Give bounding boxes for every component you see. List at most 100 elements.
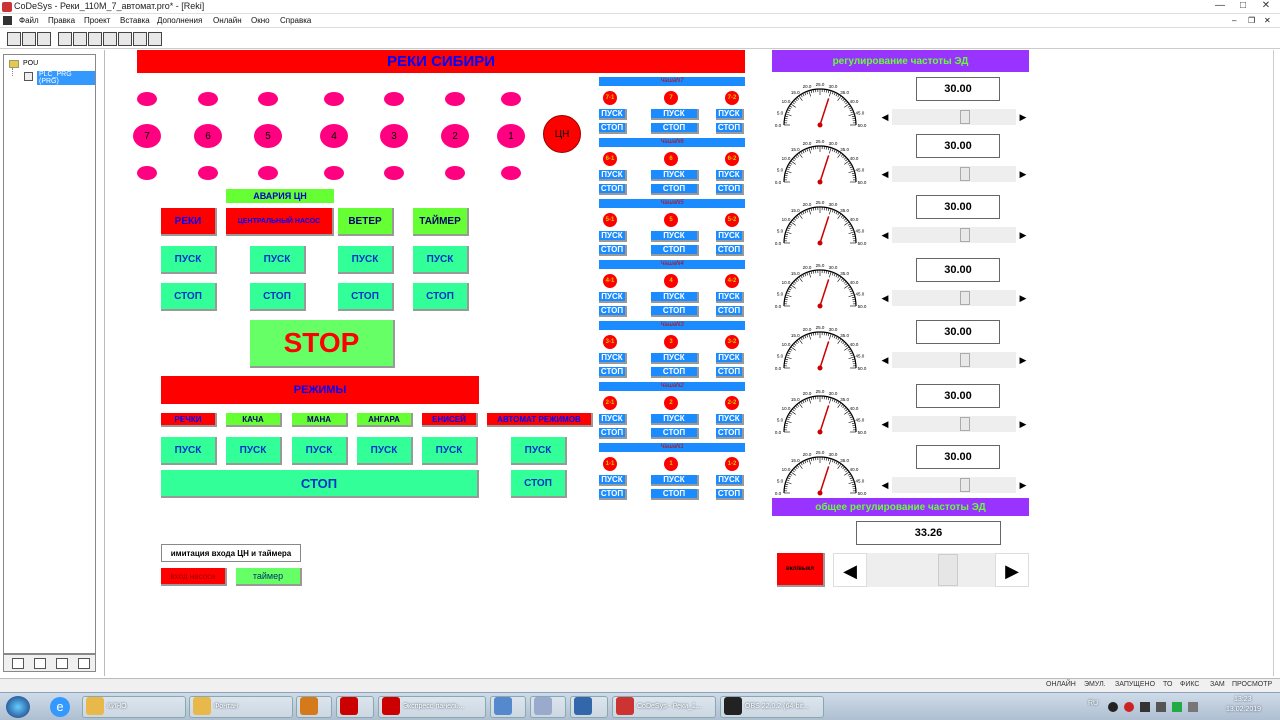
bowl-4-stop-button-1[interactable]: СТОП bbox=[651, 306, 699, 317]
rivers-stop-button[interactable]: СТОП bbox=[161, 283, 217, 311]
bowl-2-stop-button-2[interactable]: СТОП bbox=[716, 428, 744, 439]
pane-divider[interactable] bbox=[104, 50, 105, 676]
slider-left-arrow-icon[interactable]: ◀ bbox=[878, 166, 892, 182]
frequency-slider-2[interactable]: ◀ ▶ bbox=[878, 166, 1030, 182]
visualization-tab-icon[interactable] bbox=[56, 658, 68, 669]
mode-rechki-start-button[interactable]: ПУСК bbox=[161, 437, 217, 465]
system-menu-icon[interactable] bbox=[3, 16, 12, 25]
bowl-4-start-button-0[interactable]: ПУСК bbox=[599, 292, 627, 303]
bowl-3-stop-button-0[interactable]: СТОП bbox=[599, 367, 627, 378]
login-icon[interactable] bbox=[58, 32, 72, 46]
rivers-start-button[interactable]: ПУСК bbox=[161, 246, 217, 274]
bowl-2-stop-button-0[interactable]: СТОП bbox=[599, 428, 627, 439]
frequency-slider-6[interactable]: ◀ ▶ bbox=[878, 416, 1030, 432]
mode-auto-start-button[interactable]: ПУСК bbox=[511, 437, 567, 465]
menu-online[interactable]: Онлайн bbox=[213, 16, 242, 25]
slider-thumb[interactable] bbox=[960, 291, 971, 305]
cut-icon[interactable] bbox=[118, 32, 132, 46]
bowl-6-start-button-1[interactable]: ПУСК bbox=[651, 170, 699, 181]
bowl-2-stop-button-1[interactable]: СТОП bbox=[651, 428, 699, 439]
slider-left-arrow-icon[interactable]: ◀ bbox=[878, 290, 892, 306]
bowl-5-stop-button-0[interactable]: СТОП bbox=[599, 245, 627, 256]
tray-icon[interactable] bbox=[1124, 702, 1134, 712]
pump-input-button[interactable]: вход насоса bbox=[161, 568, 227, 586]
slider-left-arrow-icon[interactable]: ◀ bbox=[878, 352, 892, 368]
wind-label[interactable]: ВЕТЕР bbox=[338, 208, 394, 236]
bowl-4-start-button-2[interactable]: ПУСК bbox=[716, 292, 744, 303]
bowl-4-start-button-1[interactable]: ПУСК bbox=[651, 292, 699, 303]
menu-extras[interactable]: Дополнения bbox=[157, 16, 202, 25]
slider-thumb[interactable] bbox=[960, 228, 971, 242]
bowl-1-stop-button-1[interactable]: СТОП bbox=[651, 489, 699, 500]
slider-left-arrow-icon[interactable]: ◀ bbox=[878, 227, 892, 243]
slider-right-arrow-icon[interactable]: ▶ bbox=[1016, 290, 1030, 306]
pou-tab-icon[interactable] bbox=[12, 658, 24, 669]
tray-icon[interactable] bbox=[1140, 702, 1150, 712]
central-pump-label[interactable]: ЦЕНТРАЛЬНЫЙ НАСОС bbox=[226, 208, 334, 236]
mode-enisey-start-button[interactable]: ПУСК bbox=[422, 437, 478, 465]
mode-auto-label[interactable]: АВТОМАТ РЕЖИМОВ bbox=[487, 413, 593, 427]
doc-close-button[interactable]: ✕ bbox=[1264, 16, 1271, 25]
slider-right-arrow-icon[interactable]: ▶ bbox=[1016, 416, 1030, 432]
timer-input-button[interactable]: таймер bbox=[236, 568, 302, 586]
tree-item-plc-prg[interactable]: PLC_PRG (PRG) bbox=[37, 71, 95, 85]
menu-project[interactable]: Проект bbox=[84, 16, 110, 25]
pump-stop-button[interactable]: СТОП bbox=[250, 283, 306, 311]
bowl-6-stop-button-2[interactable]: СТОП bbox=[716, 184, 744, 195]
bowl-5-stop-button-1[interactable]: СТОП bbox=[651, 245, 699, 256]
bowl-3-start-button-2[interactable]: ПУСК bbox=[716, 353, 744, 364]
bowl-3-start-button-1[interactable]: ПУСК bbox=[651, 353, 699, 364]
slider-thumb[interactable] bbox=[960, 110, 971, 124]
menu-edit[interactable]: Правка bbox=[48, 16, 75, 25]
slider-right-arrow-icon[interactable]: ▶ bbox=[1016, 227, 1030, 243]
slider-left-arrow-icon[interactable]: ◀ bbox=[878, 109, 892, 125]
timer-label[interactable]: ТАЙМЕР bbox=[413, 208, 469, 236]
bowl-4-stop-button-0[interactable]: СТОП bbox=[599, 306, 627, 317]
bowl-2-start-button-0[interactable]: ПУСК bbox=[599, 414, 627, 425]
frequency-slider-4[interactable]: ◀ ▶ bbox=[878, 290, 1030, 306]
ie-icon[interactable]: e bbox=[50, 697, 70, 717]
slider-thumb[interactable] bbox=[960, 353, 971, 367]
start-button-icon[interactable] bbox=[6, 696, 30, 718]
frequency-slider-5[interactable]: ◀ ▶ bbox=[878, 352, 1030, 368]
bowl-1-stop-button-2[interactable]: СТОП bbox=[716, 489, 744, 500]
slider-right-arrow-icon[interactable]: ▶ bbox=[1016, 109, 1030, 125]
network-icon[interactable] bbox=[1172, 702, 1182, 712]
run-icon[interactable] bbox=[88, 32, 102, 46]
modes-stop-button[interactable]: СТОП bbox=[161, 470, 479, 498]
tray-icon[interactable] bbox=[1108, 702, 1118, 712]
bowl-5-start-button-1[interactable]: ПУСК bbox=[651, 231, 699, 242]
bowl-6-start-button-0[interactable]: ПУСК bbox=[599, 170, 627, 181]
slider-left-arrow-icon[interactable]: ◀ bbox=[878, 477, 892, 493]
mode-angara-label[interactable]: АНГАРА bbox=[357, 413, 413, 427]
paste-icon[interactable] bbox=[148, 32, 162, 46]
maximize-button[interactable]: □ bbox=[1235, 0, 1251, 12]
mode-mana-label[interactable]: МАНА bbox=[292, 413, 348, 427]
resources-tab-icon[interactable] bbox=[78, 658, 90, 669]
bowl-3-start-button-0[interactable]: ПУСК bbox=[599, 353, 627, 364]
bowl-1-stop-button-0[interactable]: СТОП bbox=[599, 489, 627, 500]
slider-right-arrow-icon[interactable]: ▶ bbox=[1016, 477, 1030, 493]
minimize-button[interactable]: — bbox=[1212, 0, 1228, 12]
frequency-slider-1[interactable]: ◀ ▶ bbox=[878, 109, 1030, 125]
bowl-3-stop-button-1[interactable]: СТОП bbox=[651, 367, 699, 378]
timer-stop-button[interactable]: СТОП bbox=[413, 283, 469, 311]
slider-right-arrow-icon[interactable]: ▶ bbox=[1016, 352, 1030, 368]
slider-thumb[interactable] bbox=[960, 417, 971, 431]
mode-angara-start-button[interactable]: ПУСК bbox=[357, 437, 413, 465]
new-file-icon[interactable] bbox=[7, 32, 21, 46]
clock-date[interactable]: 13.02.2019 bbox=[1226, 706, 1261, 713]
timer-start-button[interactable]: ПУСК bbox=[413, 246, 469, 274]
close-button[interactable]: ✕ bbox=[1258, 0, 1274, 12]
rivers-label[interactable]: РЕКИ bbox=[161, 208, 217, 236]
bowl-7-start-button-2[interactable]: ПУСК bbox=[716, 109, 744, 120]
save-icon[interactable] bbox=[37, 32, 51, 46]
slider-thumb[interactable] bbox=[938, 554, 959, 586]
copy-icon[interactable] bbox=[133, 32, 147, 46]
mode-enisey-label[interactable]: ЕНИСЕЙ bbox=[422, 413, 478, 427]
doc-minimize-button[interactable]: – bbox=[1232, 16, 1236, 25]
bowl-7-start-button-1[interactable]: ПУСК bbox=[651, 109, 699, 120]
tray-icon[interactable] bbox=[1156, 702, 1166, 712]
slider-thumb[interactable] bbox=[960, 167, 971, 181]
tree-root-pou[interactable]: POU bbox=[23, 60, 38, 67]
